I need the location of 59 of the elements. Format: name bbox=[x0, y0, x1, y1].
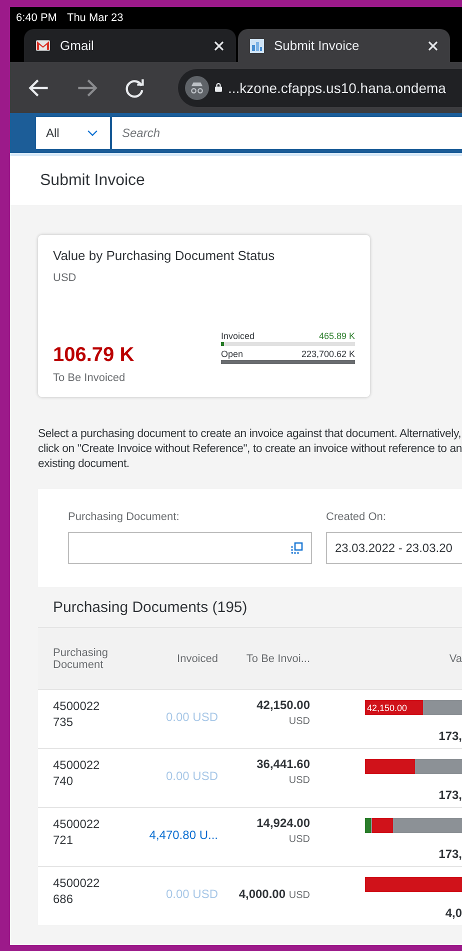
bar-value: 223,700.62 K bbox=[301, 349, 355, 359]
total-value: 173, bbox=[438, 788, 462, 802]
column-header[interactable]: Invoiced bbox=[143, 652, 218, 664]
currency-text: USD bbox=[288, 775, 310, 786]
value-help-icon[interactable] bbox=[291, 542, 303, 554]
column-header[interactable]: To Be Invoi... bbox=[218, 652, 310, 664]
document-number: 4500022721 bbox=[52, 816, 100, 848]
chevron-down-icon bbox=[87, 130, 98, 136]
filter-label: Created On: bbox=[326, 511, 387, 523]
back-icon[interactable] bbox=[28, 76, 50, 98]
card-title: Value by Purchasing Document Status bbox=[53, 248, 276, 263]
bar-label: Invoiced bbox=[221, 331, 255, 341]
total-value: 173, bbox=[438, 729, 462, 743]
lock-icon bbox=[215, 83, 222, 92]
invoiced-link[interactable]: 4,470.80 U... bbox=[128, 816, 218, 842]
reload-icon[interactable] bbox=[124, 76, 146, 98]
total-value: 173, bbox=[438, 847, 462, 861]
status-time: 6:40 PM bbox=[16, 12, 57, 24]
bar-label: Open bbox=[221, 349, 244, 359]
document-number: 4500022740 bbox=[52, 757, 100, 789]
amount-text: 42,150.00 bbox=[256, 698, 310, 712]
filter-label: Purchasing Document: bbox=[68, 511, 180, 523]
table-row[interactable]: 4500022686 0.00 USD 4,000.00 USD 4,0 bbox=[38, 866, 462, 925]
table-row[interactable]: 4500022735 0.00 USD 42,150.00 USD 42,150.00 173, bbox=[38, 689, 462, 748]
search-field[interactable]: Search bbox=[112, 117, 462, 149]
close-icon[interactable] bbox=[428, 40, 438, 50]
instruction-text: Select a purchasing document to create an invoice against that document. Alternatively, click on "Create Invoice without Reference", to create an invoice without reference to an existing document. bbox=[38, 427, 462, 472]
amount-text: 36,441.60 bbox=[256, 757, 310, 771]
browser-tab[interactable]: Submit Invoice bbox=[238, 29, 450, 62]
address-bar[interactable]: ...kzone.cfapps.us10.hana.ondema bbox=[178, 68, 462, 106]
kpi-value: 106.79 K bbox=[53, 344, 134, 367]
browser-tab[interactable]: Gmail bbox=[24, 29, 236, 62]
status-date: Thu Mar 23 bbox=[66, 12, 124, 24]
page-icon bbox=[250, 38, 264, 52]
close-icon[interactable] bbox=[214, 40, 224, 50]
filter-input[interactable] bbox=[68, 532, 312, 564]
column-header[interactable]: Purchasing Document bbox=[38, 646, 143, 670]
mail-icon bbox=[36, 40, 50, 51]
amount-cell-text: 4,000.00 USD bbox=[238, 886, 310, 901]
bar-segment: 42,150.00 bbox=[365, 700, 424, 715]
total-value: 4,0 bbox=[445, 906, 462, 920]
table-row[interactable]: 4500022740 0.00 USD 36,441.60 USD 173, bbox=[38, 748, 462, 807]
page-title: Submit Invoice bbox=[40, 172, 145, 190]
incognito-icon bbox=[185, 76, 209, 100]
bar-value: 465.89 K bbox=[318, 331, 355, 341]
table-title: Purchasing Documents (195) bbox=[52, 598, 248, 618]
column-header[interactable]: Va bbox=[310, 652, 462, 664]
filter-input[interactable]: 23.03.2022 - 23.03.20 bbox=[326, 532, 462, 564]
kpi-card[interactable]: Value by Purchasing Document Status USD 106.79 K To Be Invoiced Invoiced 465.89 K Open 223,700.62 K bbox=[38, 235, 370, 397]
currency-text: USD bbox=[288, 716, 310, 727]
forward-icon[interactable] bbox=[76, 76, 98, 98]
document-number: 4500022735 bbox=[52, 698, 100, 730]
kpi-label: To Be Invoiced bbox=[53, 372, 126, 384]
document-number: 4500022686 bbox=[52, 875, 100, 907]
currency-text: USD bbox=[288, 834, 310, 845]
card-unit: USD bbox=[53, 272, 78, 284]
table-row[interactable]: 4500022721 4,470.80 U... 14,924.00 USD 173, bbox=[38, 807, 462, 866]
amount-text: 14,924.00 bbox=[256, 816, 310, 830]
scope-dropdown[interactable]: All bbox=[36, 117, 110, 149]
